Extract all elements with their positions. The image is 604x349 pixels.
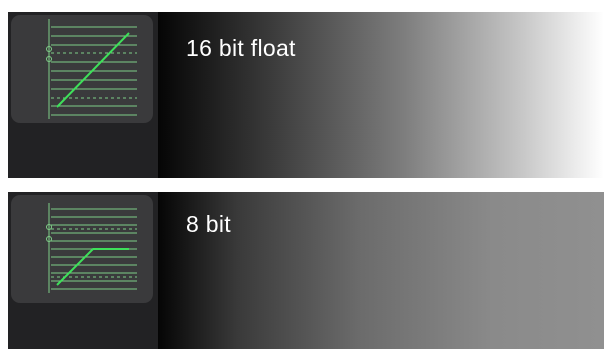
format-row-8bit[interactable]: 8 bit xyxy=(8,192,604,349)
linear-curve-icon xyxy=(46,19,137,119)
format-label: 8 bit xyxy=(186,211,231,237)
format-row-16bit-float[interactable]: 16 bit float xyxy=(8,12,604,178)
format-label: 16 bit float xyxy=(186,35,296,61)
clipped-curve-icon xyxy=(46,203,137,293)
curve-thumbnail[interactable] xyxy=(11,195,153,303)
curve-thumbnail[interactable] xyxy=(11,15,153,123)
format-comparison-view: 16 bit float 8 bit xyxy=(0,0,604,349)
